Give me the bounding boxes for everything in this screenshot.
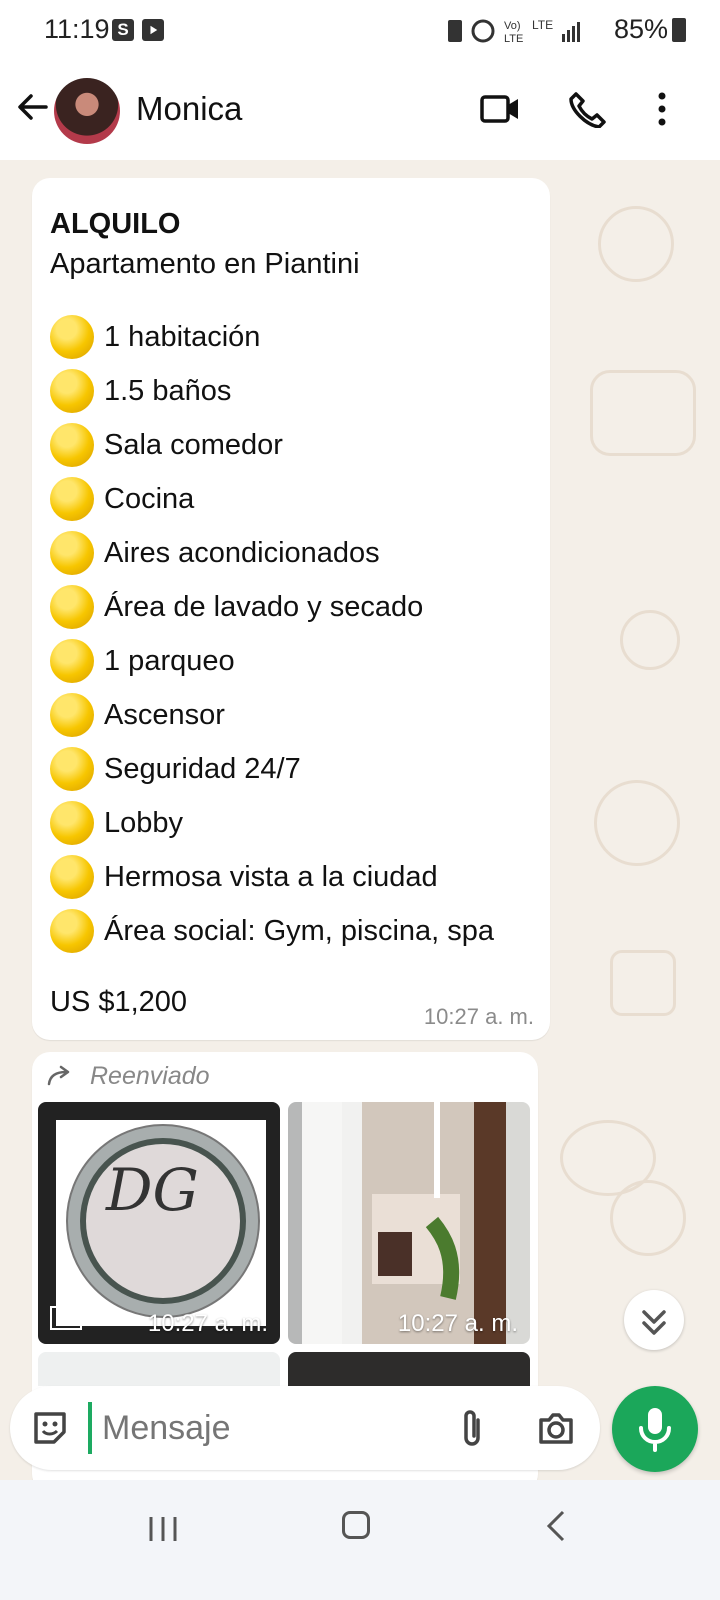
hd-icon: HD: [50, 1306, 82, 1330]
yellow-circle-icon: [50, 693, 94, 737]
s-app-icon: S: [112, 19, 134, 41]
message-composer[interactable]: [10, 1386, 600, 1470]
feature-text: Seguridad 24/7: [104, 752, 301, 785]
svg-text:LTE: LTE: [504, 33, 523, 45]
message-bubble[interactable]: ALQUILO Apartamento en Piantini 1 habita…: [32, 178, 550, 1040]
status-icons: Vo) LTE LTE: [448, 18, 580, 45]
nfc-icon: [448, 20, 462, 42]
image-timestamp: 10:27 a. m.: [397, 1310, 518, 1337]
forwarded-label: Reenviado: [90, 1062, 210, 1090]
feature-item: Sala comedor: [50, 418, 494, 472]
feature-item: 1 habitación: [50, 310, 494, 364]
microphone-icon: [639, 1408, 671, 1452]
listing-title: ALQUILO: [50, 208, 181, 240]
back-arrow-icon[interactable]: [16, 91, 48, 123]
wallpaper-doodle: [594, 780, 680, 866]
feature-item: Área social: Gym, piscina, spa: [50, 904, 494, 958]
status-time: 11:19: [44, 14, 110, 44]
feature-text: Ascensor: [104, 698, 225, 731]
yellow-circle-icon: [50, 639, 94, 683]
feature-text: 1 habitación: [104, 320, 261, 353]
wallpaper-doodle: [610, 1180, 686, 1256]
feature-item: Cocina: [50, 472, 494, 526]
yellow-circle-icon: [50, 477, 94, 521]
feature-item: Área de lavado y secado: [50, 580, 494, 634]
feature-text: Área de lavado y secado: [104, 590, 424, 623]
contact-name[interactable]: Monica: [136, 90, 242, 128]
wallpaper-doodle: [620, 610, 680, 670]
feature-text: Sala comedor: [104, 428, 283, 461]
message-input[interactable]: [100, 1404, 434, 1452]
wallpaper-doodle: [598, 206, 674, 282]
yellow-circle-icon: [50, 531, 94, 575]
feature-text: 1 parqueo: [104, 644, 235, 677]
feature-item: Lobby: [50, 796, 494, 850]
feature-item: 1 parqueo: [50, 634, 494, 688]
feature-list: 1 habitación 1.5 baños Sala comedor Coci…: [50, 310, 494, 958]
message-timestamp: 10:27 a. m.: [423, 1004, 534, 1029]
image-thumbnail[interactable]: DG HD 10:27 a. m.: [38, 1102, 280, 1344]
feature-text: Lobby: [104, 806, 184, 839]
feature-text: Cocina: [104, 482, 195, 515]
feature-text: 1.5 baños: [104, 374, 232, 407]
sticker-icon[interactable]: [30, 1408, 70, 1448]
listing-subtitle: Apartamento en Piantini: [50, 248, 360, 280]
svg-text:LTE: LTE: [532, 18, 553, 32]
image-thumbnail[interactable]: [288, 1352, 530, 1386]
yellow-circle-icon: [50, 909, 94, 953]
yellow-circle-icon: [50, 423, 94, 467]
scroll-to-bottom-button[interactable]: [624, 1290, 684, 1350]
feature-item: Aires acondicionados: [50, 526, 494, 580]
yellow-circle-icon: [50, 585, 94, 629]
double-chevron-down-icon: [642, 1310, 666, 1335]
battery-icon: [672, 18, 686, 42]
yellow-circle-icon: [50, 747, 94, 791]
wallpaper-doodle: [590, 370, 696, 456]
feature-item: Hermosa vista a la ciudad: [50, 850, 494, 904]
feature-item: 1.5 baños: [50, 364, 494, 418]
forwarded-icon: [47, 1065, 70, 1086]
living-room-photo: [302, 1102, 506, 1344]
overflow-menu-icon[interactable]: [654, 90, 670, 128]
yellow-circle-icon: [50, 801, 94, 845]
voice-call-icon[interactable]: [568, 90, 606, 128]
wallpaper-doodle: [610, 950, 676, 1016]
battery-percentage: 85%: [613, 14, 668, 44]
yellow-circle-icon: [50, 369, 94, 413]
navigation-bar: [0, 1480, 720, 1600]
voice-message-button[interactable]: [612, 1386, 698, 1472]
feature-text: Área social: Gym, piscina, spa: [104, 914, 495, 947]
system-back-icon[interactable]: [542, 1509, 572, 1543]
alarm-icon: [471, 19, 495, 43]
logo-text: DG: [106, 1156, 199, 1224]
yellow-circle-icon: [50, 315, 94, 359]
listing-price: US $1,200: [50, 986, 188, 1018]
home-icon[interactable]: [342, 1511, 370, 1539]
camera-icon[interactable]: [536, 1410, 576, 1446]
chat-header: Monica: [0, 64, 720, 160]
image-thumbnail[interactable]: [38, 1352, 280, 1386]
feature-item: Seguridad 24/7: [50, 742, 494, 796]
image-timestamp: 10:27 a. m.: [147, 1310, 268, 1337]
contact-avatar[interactable]: [54, 78, 120, 144]
chat-area[interactable]: ALQUILO Apartamento en Piantini 1 habita…: [0, 160, 720, 1480]
feature-text: Hermosa vista a la ciudad: [104, 860, 438, 893]
svg-text:Vo): Vo): [504, 20, 521, 32]
text-cursor: [88, 1402, 92, 1454]
video-call-icon[interactable]: [480, 92, 520, 126]
attachment-icon[interactable]: [456, 1408, 488, 1450]
recent-apps-icon[interactable]: [148, 1514, 178, 1544]
image-thumbnail[interactable]: 10:27 a. m.: [288, 1102, 530, 1344]
status-bar: 11:19 S Vo) LTE LTE 85%: [0, 0, 720, 64]
yellow-circle-icon: [50, 855, 94, 899]
youtube-icon: [142, 19, 164, 41]
feature-text: Aires acondicionados: [104, 536, 380, 569]
feature-item: Ascensor: [50, 688, 494, 742]
dg-logo-image: DG: [56, 1120, 266, 1326]
